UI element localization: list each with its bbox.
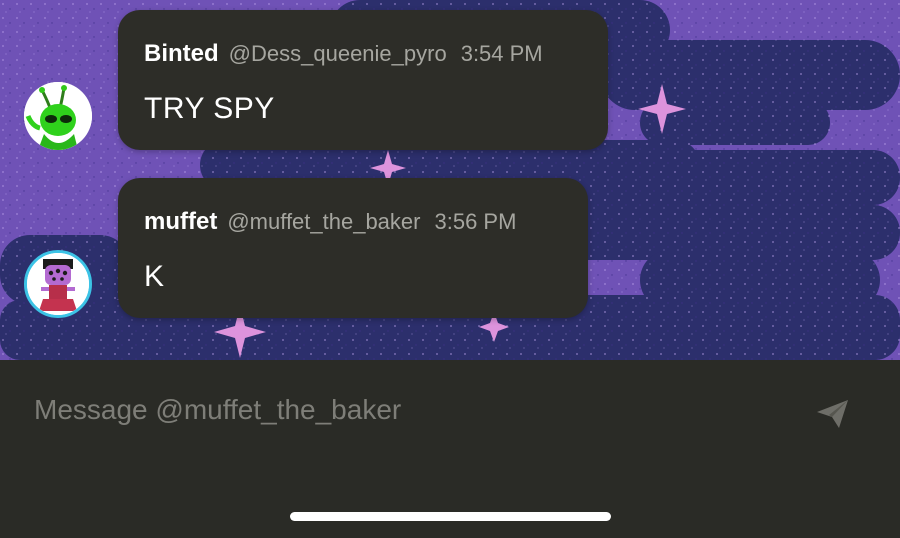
message-text: TRY SPY <box>144 92 275 125</box>
message-bubble: Binted @Dess_queenie_pyro 3:54 PM TRY SPY <box>118 10 608 150</box>
author-handle[interactable]: @Dess_queenie_pyro <box>229 41 447 66</box>
send-button[interactable] <box>810 394 856 434</box>
message-header: muffet @muffet_the_baker 3:56 PM <box>144 208 516 236</box>
send-icon <box>817 400 848 428</box>
message-input[interactable] <box>34 388 774 432</box>
home-indicator <box>290 512 611 521</box>
avatar[interactable] <box>24 250 92 318</box>
muffet-spider-avatar-icon <box>27 253 89 315</box>
message-composer <box>0 360 900 538</box>
message-text: K <box>144 260 165 293</box>
author-handle[interactable]: @muffet_the_baker <box>227 209 420 234</box>
green-alien-avatar-icon <box>24 82 92 150</box>
author-name[interactable]: muffet <box>144 208 217 235</box>
author-name[interactable]: Binted <box>144 40 219 67</box>
message-timestamp: 3:56 PM <box>434 209 517 234</box>
message-bubble: muffet @muffet_the_baker 3:56 PM K <box>118 178 588 318</box>
message-timestamp: 3:54 PM <box>460 41 543 66</box>
avatar[interactable] <box>24 82 92 150</box>
message-header: Binted @Dess_queenie_pyro 3:54 PM <box>144 40 543 68</box>
